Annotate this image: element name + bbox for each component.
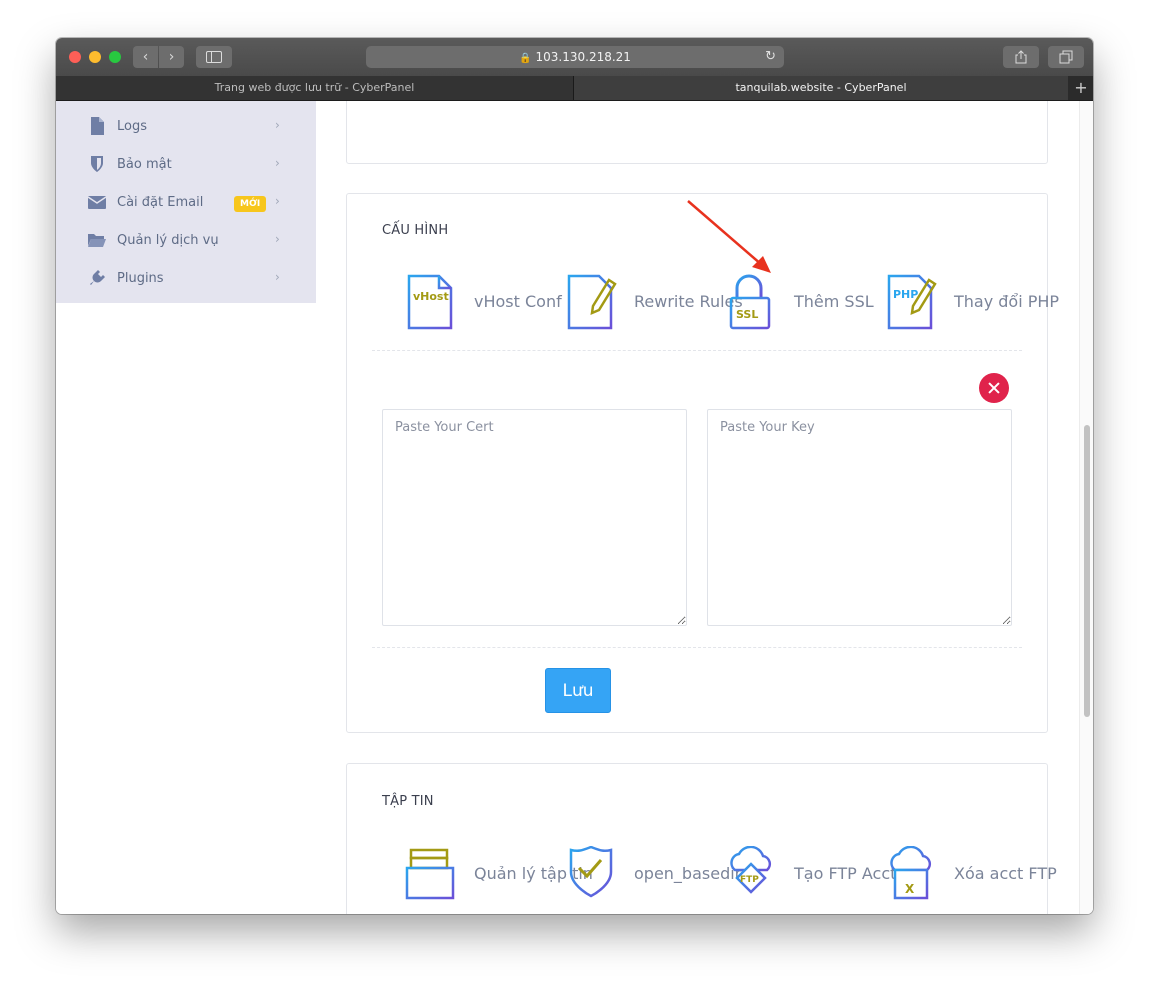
file-manager-tool[interactable]: Quản lý tập tin bbox=[405, 846, 593, 906]
config-section-title: CẤU HÌNH bbox=[382, 223, 449, 238]
vhost-file-icon: vHost bbox=[407, 274, 453, 330]
share-icon bbox=[1015, 50, 1027, 64]
sidebar-item-label: Plugins bbox=[117, 271, 164, 286]
vhost-conf-tool[interactable]: vHost vHost Conf bbox=[405, 274, 565, 334]
forward-button[interactable]: › bbox=[159, 46, 184, 68]
php-icon-text: PHP bbox=[893, 288, 918, 301]
sidebar-item-security[interactable]: Bảo mật › bbox=[56, 146, 316, 184]
ssl-icon-text: SSL bbox=[736, 308, 758, 321]
chevron-right-icon: › bbox=[275, 118, 280, 132]
tool-label: Xóa acct FTP bbox=[954, 864, 1057, 883]
sidebar-item-label: Logs bbox=[117, 119, 147, 134]
tab-bar: Trang web được lưu trữ - CyberPanel tanq… bbox=[56, 76, 1093, 101]
tool-label: Thêm SSL bbox=[794, 292, 874, 311]
plug-icon bbox=[90, 270, 105, 285]
zoom-window-button[interactable] bbox=[109, 51, 121, 63]
scrollbar-thumb[interactable] bbox=[1084, 425, 1090, 717]
browser-toolbar: ‹ › 🔒 103.130.218.21 ↻ bbox=[56, 38, 1093, 76]
envelope-icon bbox=[88, 196, 106, 209]
file-icon bbox=[91, 117, 104, 135]
chevron-right-icon: › bbox=[275, 270, 280, 284]
vhost-icon-text: vHost bbox=[413, 290, 449, 303]
rewrite-rules-tool[interactable]: Rewrite Rules bbox=[565, 274, 743, 334]
shield-icon bbox=[91, 156, 103, 172]
sidebar-toggle-button[interactable] bbox=[196, 46, 232, 68]
browser-window: ‹ › 🔒 103.130.218.21 ↻ Trang web được lưu… bbox=[56, 38, 1093, 914]
add-ssl-tool[interactable]: SSL Thêm SSL bbox=[725, 274, 885, 334]
tool-label: Tạo FTP Acct bbox=[794, 864, 897, 883]
sidebar-icon bbox=[206, 51, 222, 63]
sidebar-item-services[interactable]: Quản lý dịch vụ › bbox=[56, 222, 316, 260]
sidebar: Logs › Bảo mật › Cài đặt Email MỚI › Quả… bbox=[56, 101, 316, 303]
back-button[interactable]: ‹ bbox=[133, 46, 158, 68]
previous-card bbox=[346, 101, 1048, 164]
sidebar-item-logs[interactable]: Logs › bbox=[56, 108, 316, 146]
reload-icon[interactable]: ↻ bbox=[765, 46, 776, 68]
sidebar-item-label: Cài đặt Email bbox=[117, 195, 204, 210]
lock-icon: 🔒 bbox=[519, 53, 532, 64]
show-tabs-button[interactable] bbox=[1048, 46, 1084, 68]
delete-ftp-tool[interactable]: X Xóa acct FTP bbox=[885, 846, 1057, 906]
sidebar-item-label: Bảo mật bbox=[117, 157, 172, 172]
save-button[interactable]: Lưu bbox=[545, 668, 611, 713]
address-url: 103.130.218.21 bbox=[535, 50, 631, 64]
file-cabinet-icon bbox=[405, 848, 455, 900]
close-window-button[interactable] bbox=[69, 51, 81, 63]
edit-document-icon bbox=[567, 274, 617, 330]
ftp-cloud-icon: FTP bbox=[730, 846, 772, 894]
address-bar[interactable]: 🔒 103.130.218.21 ↻ bbox=[366, 46, 784, 68]
ssl-lock-icon: SSL bbox=[729, 274, 771, 330]
sidebar-item-email[interactable]: Cài đặt Email MỚI › bbox=[56, 184, 316, 222]
ftp-delete-icon: X bbox=[890, 846, 932, 900]
sidebar-item-plugins[interactable]: Plugins › bbox=[56, 260, 316, 298]
tabs-icon bbox=[1059, 50, 1073, 64]
php-file-icon: PHP bbox=[887, 274, 937, 330]
tab-tanquilab[interactable]: tanquilab.website - CyberPanel bbox=[574, 76, 1068, 100]
chevron-right-icon: › bbox=[275, 232, 280, 246]
sidebar-item-label: Quản lý dịch vụ bbox=[117, 233, 219, 248]
annotation-arrow bbox=[687, 200, 771, 273]
create-ftp-tool[interactable]: FTP Tạo FTP Acct bbox=[725, 846, 896, 906]
section-divider bbox=[372, 647, 1022, 648]
ftp-icon-text: FTP bbox=[740, 875, 759, 885]
new-badge: MỚI bbox=[234, 196, 267, 212]
delete-icon-text: X bbox=[905, 882, 915, 896]
new-tab-button[interactable]: + bbox=[1069, 76, 1093, 100]
tool-label: Thay đổi PHP bbox=[954, 292, 1060, 311]
chevron-right-icon: › bbox=[275, 156, 280, 170]
tool-label: vHost Conf bbox=[474, 292, 562, 311]
minimize-window-button[interactable] bbox=[89, 51, 101, 63]
folder-open-icon bbox=[88, 234, 106, 247]
page-content: Logs › Bảo mật › Cài đặt Email MỚI › Quả… bbox=[56, 101, 1093, 914]
tab-hosted-sites[interactable]: Trang web được lưu trữ - CyberPanel bbox=[56, 76, 574, 100]
files-card: TẬP TIN Quản lý tập tin open_basedir FTP… bbox=[346, 763, 1057, 914]
close-ssl-panel-button[interactable] bbox=[979, 373, 1009, 403]
shield-check-icon bbox=[567, 846, 613, 898]
change-php-tool[interactable]: PHP Thay đổi PHP bbox=[885, 274, 1059, 334]
files-section-title: TẬP TIN bbox=[382, 794, 434, 809]
section-divider bbox=[372, 350, 1022, 351]
open-basedir-tool[interactable]: open_basedir bbox=[565, 846, 741, 906]
key-textarea[interactable] bbox=[707, 409, 1012, 626]
share-button[interactable] bbox=[1003, 46, 1039, 68]
cert-textarea[interactable] bbox=[382, 409, 687, 626]
vertical-scrollbar[interactable] bbox=[1079, 101, 1093, 914]
chevron-right-icon: › bbox=[275, 194, 280, 208]
